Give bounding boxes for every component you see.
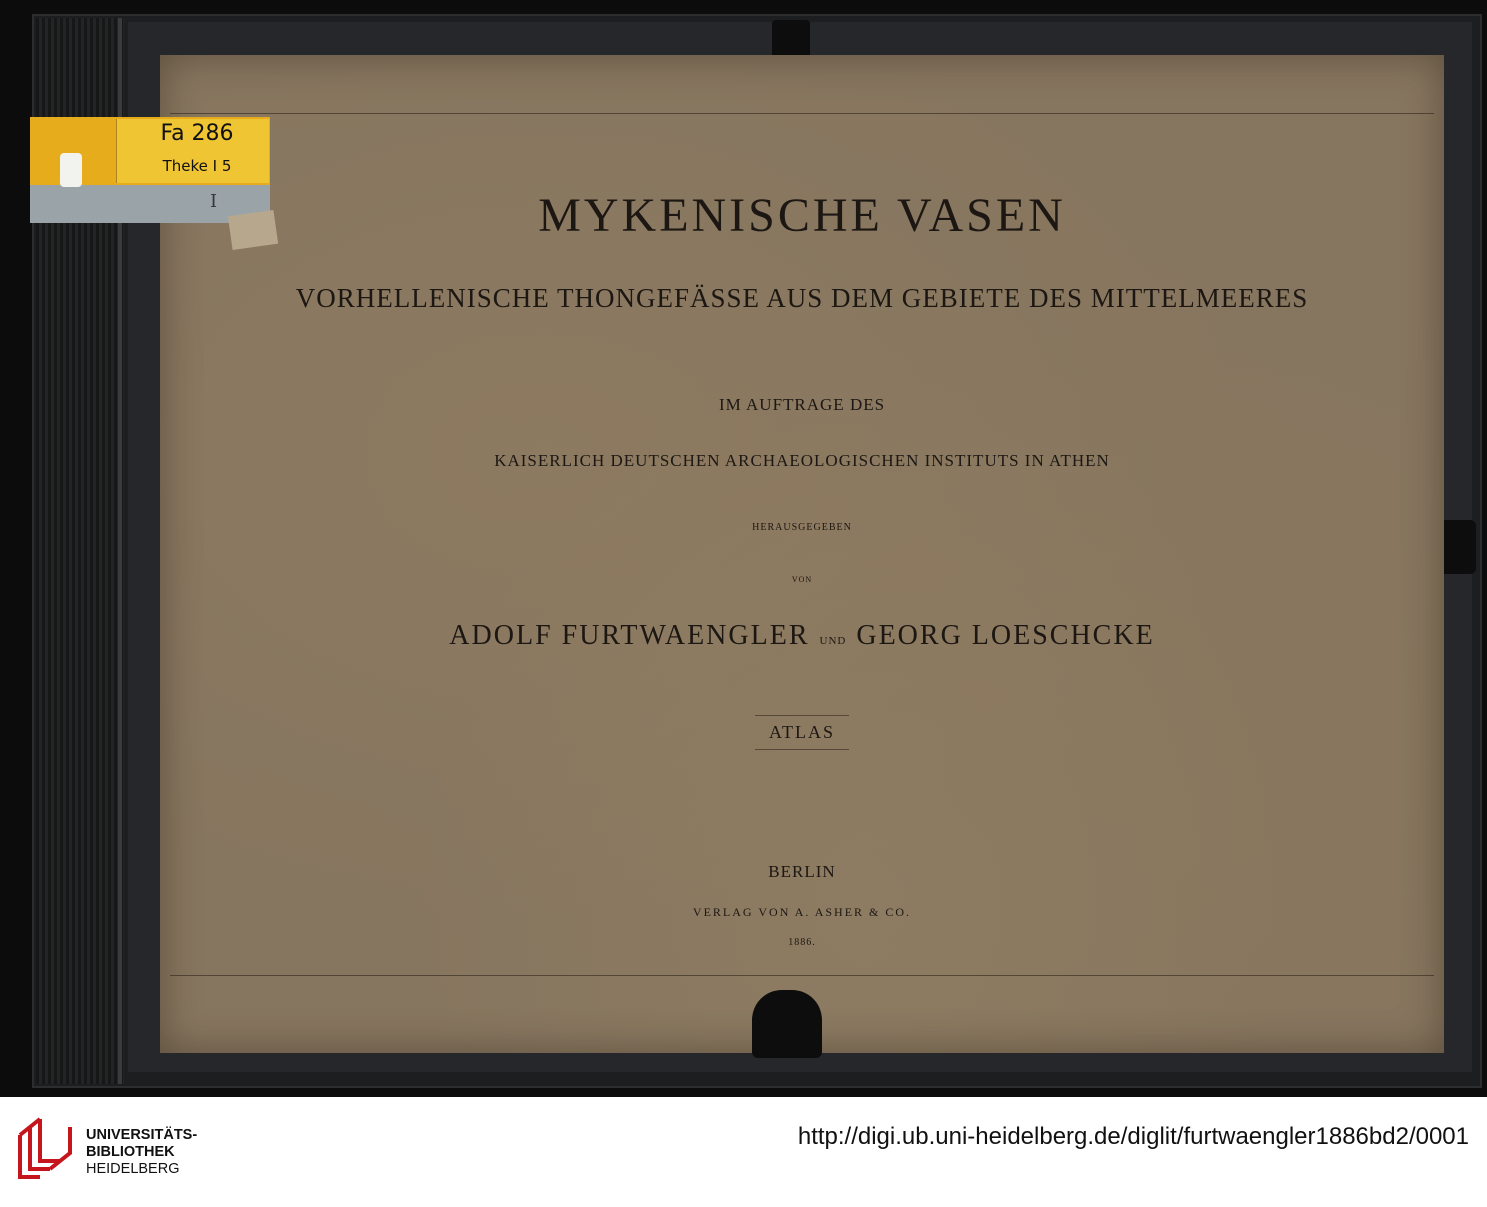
edited-line: HERAUSGEGEBEN — [752, 522, 852, 533]
by-line: VON — [791, 575, 813, 584]
bottom-rule — [170, 975, 1434, 976]
viewer-footer: UNIVERSITÄTS- BIBLIOTHEK HEIDELBERG http… — [0, 1097, 1487, 1207]
author-furtwaengler: ADOLF FURTWAENGLER — [449, 620, 810, 651]
label-white-tag — [60, 153, 82, 187]
handwritten-mark: I — [210, 191, 218, 212]
library-logo-text[interactable]: UNIVERSITÄTS- BIBLIOTHEK HEIDELBERG — [86, 1127, 197, 1178]
cover-title: MYKENISCHE VASEN — [538, 189, 1066, 242]
and-word: UND — [819, 635, 847, 647]
volume-label: ATLAS — [754, 715, 849, 750]
shelf-location: Theke I 5 — [162, 157, 232, 175]
commission-line: IM AUFTRAGE DES — [718, 395, 886, 414]
author-loeschcke: GEORG LOESCHCKE — [856, 620, 1155, 651]
authors-line: ADOLF FURTWAENGLER UND GEORG LOESCHCKE — [160, 620, 1444, 652]
publication-year: 1886. — [788, 937, 816, 948]
library-logo-icon — [18, 1117, 72, 1179]
publisher-line: VERLAG VON A. ASHER & CO. — [692, 905, 912, 919]
torn-paper-patch — [227, 209, 279, 251]
call-number: Fa 286 — [160, 121, 234, 146]
logo-line-bibliothek: BIBLIOTHEK — [86, 1144, 175, 1160]
bottom-ribbon-tie — [752, 990, 822, 1058]
cover-paper: MYKENISCHE VASEN VORHELLENISCHE THONGEFÄ… — [160, 55, 1444, 1053]
logo-line-universitaets: UNIVERSITÄTS- — [86, 1127, 198, 1143]
book-cover-scan: MYKENISCHE VASEN VORHELLENISCHE THONGEFÄ… — [0, 0, 1487, 1097]
logo-line-heidelberg: HEIDELBERG — [86, 1161, 180, 1177]
shelf-mark-label: Fa 286 Theke I 5 I — [30, 117, 279, 251]
top-rule — [170, 113, 1434, 114]
publication-city: BERLIN — [768, 862, 836, 881]
permalink-url[interactable]: http://digi.ub.uni-heidelberg.de/diglit/… — [798, 1123, 1469, 1151]
volume-block: ATLAS — [160, 715, 1444, 750]
cover-subtitle: VORHELLENISCHE THONGEFÄSSE AUS DEM GEBIE… — [295, 283, 1309, 313]
institute-line: KAISERLICH DEUTSCHEN ARCHAEOLOGISCHEN IN… — [494, 451, 1110, 470]
